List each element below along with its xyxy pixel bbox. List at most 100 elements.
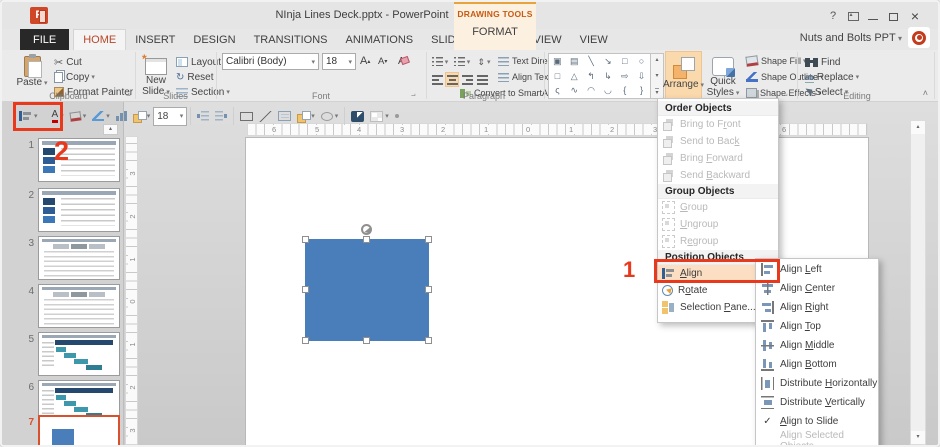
qat-line-button[interactable] bbox=[256, 105, 275, 127]
tab-file[interactable]: FILE bbox=[20, 29, 70, 50]
minimize-button[interactable] bbox=[864, 8, 882, 24]
slide-thumbnail-5[interactable]: 5 bbox=[2, 332, 124, 376]
resize-handle-s[interactable] bbox=[363, 337, 370, 344]
layout-button[interactable]: Layout bbox=[176, 54, 227, 70]
restore-button[interactable] bbox=[884, 8, 903, 24]
quick-styles-button[interactable]: Quick Styles bbox=[703, 51, 743, 100]
tab-animations[interactable]: ANIMATIONS bbox=[337, 29, 423, 50]
scroll-up-icon[interactable]: ▴ bbox=[655, 56, 658, 63]
tab-format[interactable]: FORMAT bbox=[454, 26, 536, 38]
close-button[interactable] bbox=[906, 8, 924, 24]
submenu-item-align-selected-objects: Align Selected Objects bbox=[756, 430, 878, 446]
drawing-dialog-launcher[interactable]: ⌐ bbox=[783, 91, 788, 100]
align-left-button[interactable] bbox=[430, 72, 444, 87]
qat-rectangle-button[interactable] bbox=[237, 105, 256, 127]
numbering-button[interactable] bbox=[452, 54, 472, 69]
qat-shapes-button[interactable] bbox=[130, 105, 154, 127]
bullets-button[interactable] bbox=[430, 54, 450, 69]
qat-table-button[interactable] bbox=[367, 105, 392, 127]
qat-more-shapes-button[interactable] bbox=[294, 105, 318, 127]
slide-7-preview[interactable] bbox=[38, 415, 120, 445]
resize-handle-w[interactable] bbox=[302, 286, 309, 293]
shapes-gallery-scroll[interactable]: ▴ ▾ ▾ bbox=[651, 53, 664, 99]
slide-3-preview[interactable] bbox=[38, 236, 120, 280]
resize-handle-ne[interactable] bbox=[425, 236, 432, 243]
copy-button[interactable]: Copy bbox=[54, 69, 95, 85]
line-spacing-button[interactable] bbox=[474, 54, 494, 69]
submenu-item-align-top[interactable]: Align Top bbox=[756, 317, 878, 336]
slide-2-preview[interactable] bbox=[38, 188, 120, 232]
qat-indent-increase-button[interactable] bbox=[212, 105, 230, 127]
submenu-item-distribute-vertically[interactable]: Distribute Vertically bbox=[756, 393, 878, 412]
tab-transitions[interactable]: TRANSITIONS bbox=[245, 29, 337, 50]
tab-insert[interactable]: INSERT bbox=[126, 29, 184, 50]
submenu-item-align-middle[interactable]: Align Middle bbox=[756, 336, 878, 355]
slide-thumbnail-3[interactable]: 3 bbox=[2, 236, 124, 280]
copy-icon bbox=[54, 71, 63, 83]
grow-font-button[interactable]: A ▴ bbox=[360, 53, 370, 69]
clear-formatting-button[interactable]: A bbox=[398, 53, 405, 69]
scroll-up-button[interactable]: ▴ bbox=[911, 121, 925, 134]
submenu-item-align-right[interactable]: Align Right bbox=[756, 298, 878, 317]
replace-button[interactable]: Replace bbox=[805, 69, 859, 85]
gallery-more-icon[interactable]: ▾ bbox=[655, 88, 659, 96]
font-dialog-launcher[interactable]: ⌐ bbox=[411, 91, 416, 100]
paragraph-dialog-launcher[interactable]: ⌐ bbox=[531, 91, 536, 100]
shapes-gallery[interactable]: ▣ ▤ ╲ ↘ □ ○ □ △ ↰ ↳ ⇨ ⇩ ς ∿ ◠ ◡{} bbox=[548, 53, 651, 99]
font-family-combo[interactable]: Calibri (Body) bbox=[222, 53, 319, 70]
tab-view[interactable]: VIEW bbox=[571, 29, 617, 50]
scroll-down-icon[interactable]: ▾ bbox=[655, 72, 658, 79]
font-size-combo[interactable]: 18 bbox=[322, 53, 356, 70]
slide-thumbnail-4[interactable]: 4 bbox=[2, 284, 124, 328]
resize-handle-e[interactable] bbox=[425, 286, 432, 293]
slide-4-preview[interactable] bbox=[38, 284, 120, 328]
qat-font-size-combo[interactable]: 18 bbox=[153, 106, 188, 126]
scroll-down-button[interactable]: ▾ bbox=[911, 431, 925, 444]
submenu-item-align-to-slide[interactable]: Align to Slide bbox=[756, 412, 878, 431]
resize-handle-sw[interactable] bbox=[302, 337, 309, 344]
menu-item-send-backward: Send Backward bbox=[658, 167, 778, 184]
submenu-item-align-bottom[interactable]: Align Bottom bbox=[756, 355, 878, 374]
cut-button[interactable]: Cut bbox=[54, 54, 82, 70]
ruler-number: 1 bbox=[482, 125, 491, 134]
tab-design[interactable]: DESIGN bbox=[184, 29, 244, 50]
arrange-button[interactable]: Arrange bbox=[663, 51, 702, 100]
qat-edit-shape-button[interactable] bbox=[348, 105, 367, 127]
qat-more-button[interactable] bbox=[392, 105, 402, 127]
collapse-ribbon-button[interactable]: ˄ bbox=[923, 88, 928, 98]
resize-handle-nw[interactable] bbox=[302, 236, 309, 243]
annotation-box-step-2 bbox=[13, 102, 63, 131]
ribbon-display-options-button[interactable] bbox=[844, 8, 862, 24]
qat-chart-button[interactable] bbox=[113, 105, 130, 127]
find-button[interactable]: Find bbox=[805, 54, 840, 70]
slide-1-preview[interactable] bbox=[38, 138, 120, 182]
submenu-item-distribute-horizontally[interactable]: Distribute Horizontally bbox=[756, 374, 878, 393]
qat-shape-outline-button[interactable] bbox=[89, 105, 113, 127]
reset-button[interactable]: Reset bbox=[176, 69, 213, 85]
paste-icon bbox=[23, 54, 42, 78]
selected-rectangle-shape[interactable] bbox=[305, 239, 429, 341]
tab-home[interactable]: HOME bbox=[73, 29, 127, 50]
resize-handle-se[interactable] bbox=[425, 337, 432, 344]
clipboard-dialog-launcher[interactable]: ⌐ bbox=[126, 91, 131, 100]
account-name[interactable]: Nuts and Bolts PPT bbox=[800, 32, 902, 44]
vertical-scrollbar[interactable]: ▴ ▾ bbox=[910, 120, 926, 445]
ruler-number: 2 bbox=[128, 381, 137, 394]
qat-shape-fill-button[interactable] bbox=[67, 105, 90, 127]
qat-indent-decrease-button[interactable] bbox=[194, 105, 212, 127]
menu-item-group: Group bbox=[658, 199, 778, 216]
indent-increase-icon bbox=[215, 111, 228, 121]
slide-thumbnail-7[interactable]: 7 bbox=[2, 415, 124, 445]
slide-thumbnail-2[interactable]: 2 bbox=[2, 188, 124, 232]
account-logo-button[interactable] bbox=[908, 27, 930, 48]
qat-text-box-button[interactable] bbox=[275, 105, 294, 127]
rotate-handle[interactable] bbox=[361, 224, 372, 235]
qat-oval-button[interactable] bbox=[318, 105, 342, 127]
shrink-font-button[interactable]: A ▾ bbox=[378, 53, 387, 69]
align-center-button[interactable] bbox=[445, 72, 459, 87]
ruler-number: 0 bbox=[128, 295, 137, 308]
resize-handle-n[interactable] bbox=[363, 236, 370, 243]
edit-shape-icon bbox=[351, 110, 365, 122]
help-button[interactable]: ? bbox=[824, 8, 842, 24]
slide-5-preview[interactable] bbox=[38, 332, 120, 376]
